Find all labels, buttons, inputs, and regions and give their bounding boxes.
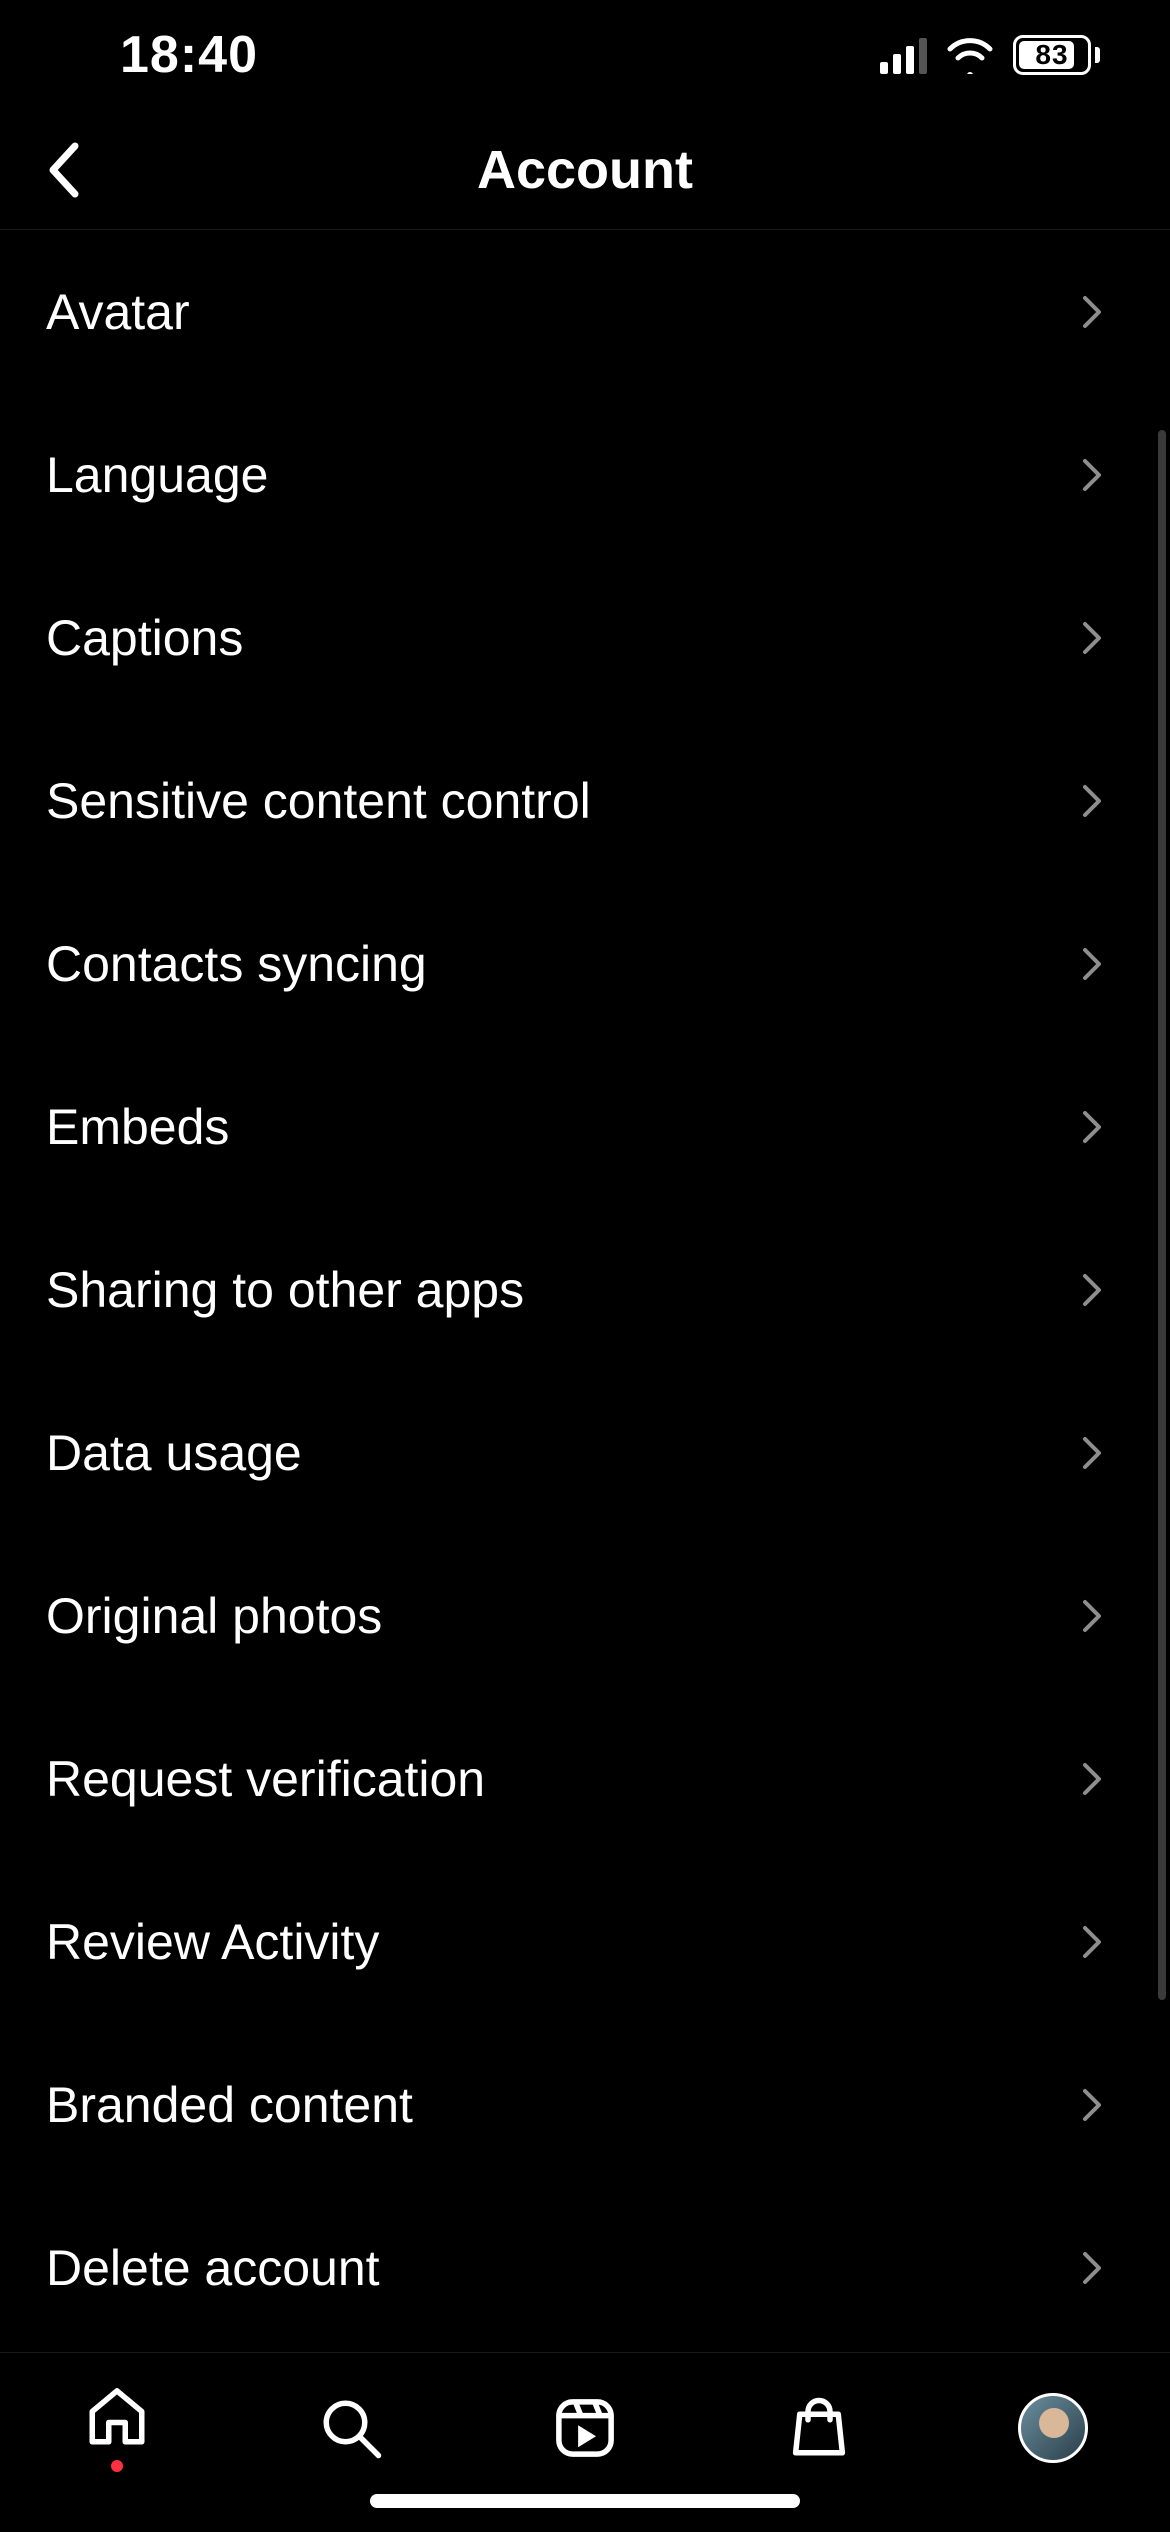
chevron-left-icon — [43, 140, 87, 200]
chevron-right-icon — [1074, 457, 1110, 493]
status-bar: 18:40 83 — [0, 0, 1170, 110]
settings-list: Avatar Language Captions Sensitive content … — [0, 230, 1170, 2352]
chevron-right-icon — [1074, 294, 1110, 330]
chevron-right-icon — [1074, 2087, 1110, 2123]
chevron-right-icon — [1074, 1435, 1110, 1471]
back-button[interactable] — [30, 135, 100, 205]
tab-profile[interactable] — [1008, 2383, 1098, 2473]
chevron-right-icon — [1074, 1109, 1110, 1145]
cellular-signal-icon — [880, 36, 927, 74]
row-label: Branded content — [46, 2076, 413, 2134]
battery-level: 83 — [1035, 39, 1068, 71]
row-label: Delete account — [46, 2239, 380, 2297]
row-delete-account[interactable]: Delete account — [0, 2186, 1170, 2349]
chevron-right-icon — [1074, 2250, 1110, 2286]
row-branded-content[interactable]: Branded content — [0, 2023, 1170, 2186]
tab-shop[interactable] — [774, 2383, 864, 2473]
search-icon — [318, 2395, 384, 2461]
row-label: Sensitive content control — [46, 772, 591, 830]
row-embeds[interactable]: Embeds — [0, 1045, 1170, 1208]
page-title: Account — [477, 139, 693, 201]
row-switch-professional[interactable]: Switch to professional account — [0, 2349, 1170, 2352]
row-label: Request verification — [46, 1750, 485, 1808]
status-right: 83 — [880, 35, 1100, 75]
row-avatar[interactable]: Avatar — [0, 230, 1170, 393]
row-label: Data usage — [46, 1424, 302, 1482]
battery-icon: 83 — [1013, 35, 1100, 75]
shop-icon — [786, 2395, 852, 2461]
avatar-icon — [1018, 2393, 1088, 2463]
chevron-right-icon — [1074, 620, 1110, 656]
row-label: Original photos — [46, 1587, 382, 1645]
row-captions[interactable]: Captions — [0, 556, 1170, 719]
reels-icon — [552, 2395, 618, 2461]
row-request-verification[interactable]: Request verification — [0, 1697, 1170, 1860]
chevron-right-icon — [1074, 1924, 1110, 1960]
chevron-right-icon — [1074, 1272, 1110, 1308]
home-indicator — [370, 2494, 800, 2508]
row-sensitive-content[interactable]: Sensitive content control — [0, 719, 1170, 882]
row-label: Language — [46, 446, 268, 504]
chevron-right-icon — [1074, 783, 1110, 819]
row-contacts-syncing[interactable]: Contacts syncing — [0, 882, 1170, 1045]
row-label: Contacts syncing — [46, 935, 427, 993]
chevron-right-icon — [1074, 1761, 1110, 1797]
tab-home[interactable] — [72, 2383, 162, 2473]
row-label: Sharing to other apps — [46, 1261, 524, 1319]
wifi-icon — [945, 36, 995, 74]
home-icon — [84, 2384, 150, 2450]
row-label: Captions — [46, 609, 243, 667]
header: Account — [0, 110, 1170, 230]
row-label: Review Activity — [46, 1913, 379, 1971]
tab-reels[interactable] — [540, 2383, 630, 2473]
row-language[interactable]: Language — [0, 393, 1170, 556]
tab-search[interactable] — [306, 2383, 396, 2473]
notification-dot-icon — [111, 2460, 123, 2472]
chevron-right-icon — [1074, 1598, 1110, 1634]
row-label: Avatar — [46, 283, 190, 341]
row-review-activity[interactable]: Review Activity — [0, 1860, 1170, 2023]
row-data-usage[interactable]: Data usage — [0, 1371, 1170, 1534]
row-label: Embeds — [46, 1098, 229, 1156]
row-sharing-other-apps[interactable]: Sharing to other apps — [0, 1208, 1170, 1371]
status-time: 18:40 — [120, 25, 258, 85]
scroll-indicator[interactable] — [1158, 430, 1166, 2000]
row-original-photos[interactable]: Original photos — [0, 1534, 1170, 1697]
chevron-right-icon — [1074, 946, 1110, 982]
